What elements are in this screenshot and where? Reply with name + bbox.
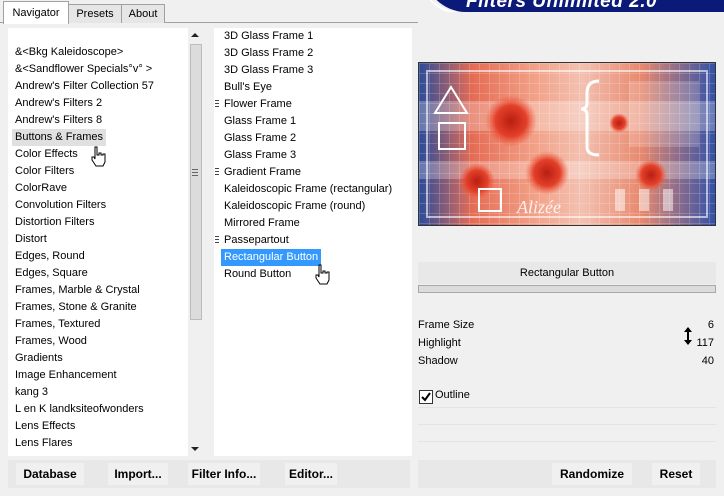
category-item[interactable]: &<Sandflower Specials°v° >: [12, 61, 155, 78]
category-item[interactable]: Color Effects: [12, 146, 81, 163]
category-item[interactable]: Distort: [12, 231, 50, 248]
param-row-empty: [418, 441, 716, 442]
tab-about[interactable]: About: [121, 4, 165, 23]
filter-item[interactable]: Kaleidoscopic Frame (rectangular): [221, 181, 395, 198]
reset-button[interactable]: Reset: [652, 463, 700, 485]
category-item[interactable]: Andrew's Filters 8: [12, 112, 105, 129]
filter-list[interactable]: 3D Glass Frame 1 3D Glass Frame 2 3D Glass…: [214, 28, 412, 456]
category-item[interactable]: Andrew's Filter Collection 57: [12, 78, 157, 95]
category-item[interactable]: kang 3: [12, 384, 51, 401]
filter-item[interactable]: Glass Frame 3: [221, 147, 299, 164]
app-banner: Filters Unlimited 2.0: [424, 0, 724, 12]
resize-vertical-icon: [684, 327, 692, 345]
scroll-down-icon[interactable]: [191, 447, 199, 451]
randomize-button[interactable]: Randomize: [552, 463, 632, 485]
preview-image: Alizée: [418, 62, 716, 226]
outline-label: Outline: [435, 389, 470, 401]
param-row[interactable]: Shadow 40: [418, 352, 716, 370]
category-item[interactable]: Andrew's Filters 2: [12, 95, 105, 112]
scroll-up-icon[interactable]: [191, 33, 199, 37]
category-item[interactable]: Lens Effects: [12, 418, 78, 435]
param-value: 40: [701, 355, 714, 367]
category-item[interactable]: Buttons & Frames: [12, 129, 107, 146]
category-item[interactable]: Distortion Filters: [12, 214, 97, 231]
param-value: 6: [707, 319, 714, 331]
splitter-grip-icon[interactable]: [192, 169, 198, 178]
filter-item[interactable]: 3D Glass Frame 1: [221, 28, 316, 45]
category-item[interactable]: &<Bkg Kaleidoscope>: [12, 44, 126, 61]
category-item[interactable]: Image Enhancement: [12, 367, 120, 384]
filter-item[interactable]: Bull's Eye: [221, 79, 275, 96]
progress-bar: [418, 285, 716, 293]
app-title: Filters Unlimited 2.0: [466, 0, 658, 12]
param-row-empty: [418, 424, 716, 425]
preview-watermark: Alizée: [517, 197, 561, 217]
hand-cursor-icon: [315, 264, 330, 285]
folder-marker-icon: [215, 100, 219, 109]
hand-cursor-icon: [91, 146, 106, 167]
category-item[interactable]: L en K landksiteofwonders: [12, 401, 147, 418]
category-item[interactable]: ColorRave: [12, 180, 70, 197]
tab-presets[interactable]: Presets: [68, 4, 122, 23]
param-label: Shadow: [418, 355, 458, 367]
category-item[interactable]: Frames, Wood: [12, 333, 90, 350]
param-row[interactable]: Frame Size 6: [418, 316, 716, 334]
category-item[interactable]: Lens Flares: [12, 435, 75, 452]
filter-item[interactable]: Gradient Frame: [221, 164, 304, 181]
category-item[interactable]: Edges, Round: [12, 248, 88, 265]
filter-item[interactable]: 3D Glass Frame 2: [221, 45, 316, 62]
tab-navigator[interactable]: Navigator: [3, 1, 69, 24]
import-button[interactable]: Import...: [108, 463, 168, 485]
param-value: 117: [696, 337, 714, 349]
filter-item[interactable]: 3D Glass Frame 3: [221, 62, 316, 79]
category-item[interactable]: Frames, Marble & Crystal: [12, 282, 143, 299]
category-scrollbar[interactable]: [188, 28, 204, 456]
param-label: Frame Size: [418, 319, 475, 331]
filter-info-button[interactable]: Filter Info...: [188, 463, 260, 485]
filter-item[interactable]: Rectangular Button: [221, 249, 322, 266]
filter-item[interactable]: Passepartout: [221, 232, 292, 249]
category-item[interactable]: Frames, Stone & Granite: [12, 299, 140, 316]
category-item[interactable]: Edges, Square: [12, 265, 91, 282]
param-row[interactable]: Highlight 117: [418, 334, 716, 352]
selected-filter-title: Rectangular Button: [418, 262, 716, 284]
category-scroll-thumb[interactable]: [190, 44, 202, 320]
folder-marker-icon: [215, 236, 219, 245]
category-item[interactable]: Gradients: [12, 350, 66, 367]
filter-item[interactable]: Kaleidoscopic Frame (round): [221, 198, 368, 215]
param-row-empty: [418, 407, 716, 408]
category-item[interactable]: Frames, Textured: [12, 316, 103, 333]
category-item[interactable]: Convolution Filters: [12, 197, 109, 214]
category-item[interactable]: Color Filters: [12, 163, 77, 180]
database-button[interactable]: Database: [16, 463, 84, 485]
filter-item[interactable]: Round Button: [221, 266, 294, 283]
param-label: Highlight: [418, 337, 461, 349]
filter-item[interactable]: Mirrored Frame: [221, 215, 303, 232]
filter-item[interactable]: Flower Frame: [221, 96, 295, 113]
filter-item[interactable]: Glass Frame 2: [221, 130, 299, 147]
outline-checkbox[interactable]: [419, 390, 433, 404]
category-list[interactable]: &<Bkg Kaleidoscope> &<Sandflower Specials…: [8, 28, 204, 456]
folder-marker-icon: [215, 168, 219, 177]
filter-item[interactable]: Glass Frame 1: [221, 113, 299, 130]
editor-button[interactable]: Editor...: [285, 463, 337, 485]
